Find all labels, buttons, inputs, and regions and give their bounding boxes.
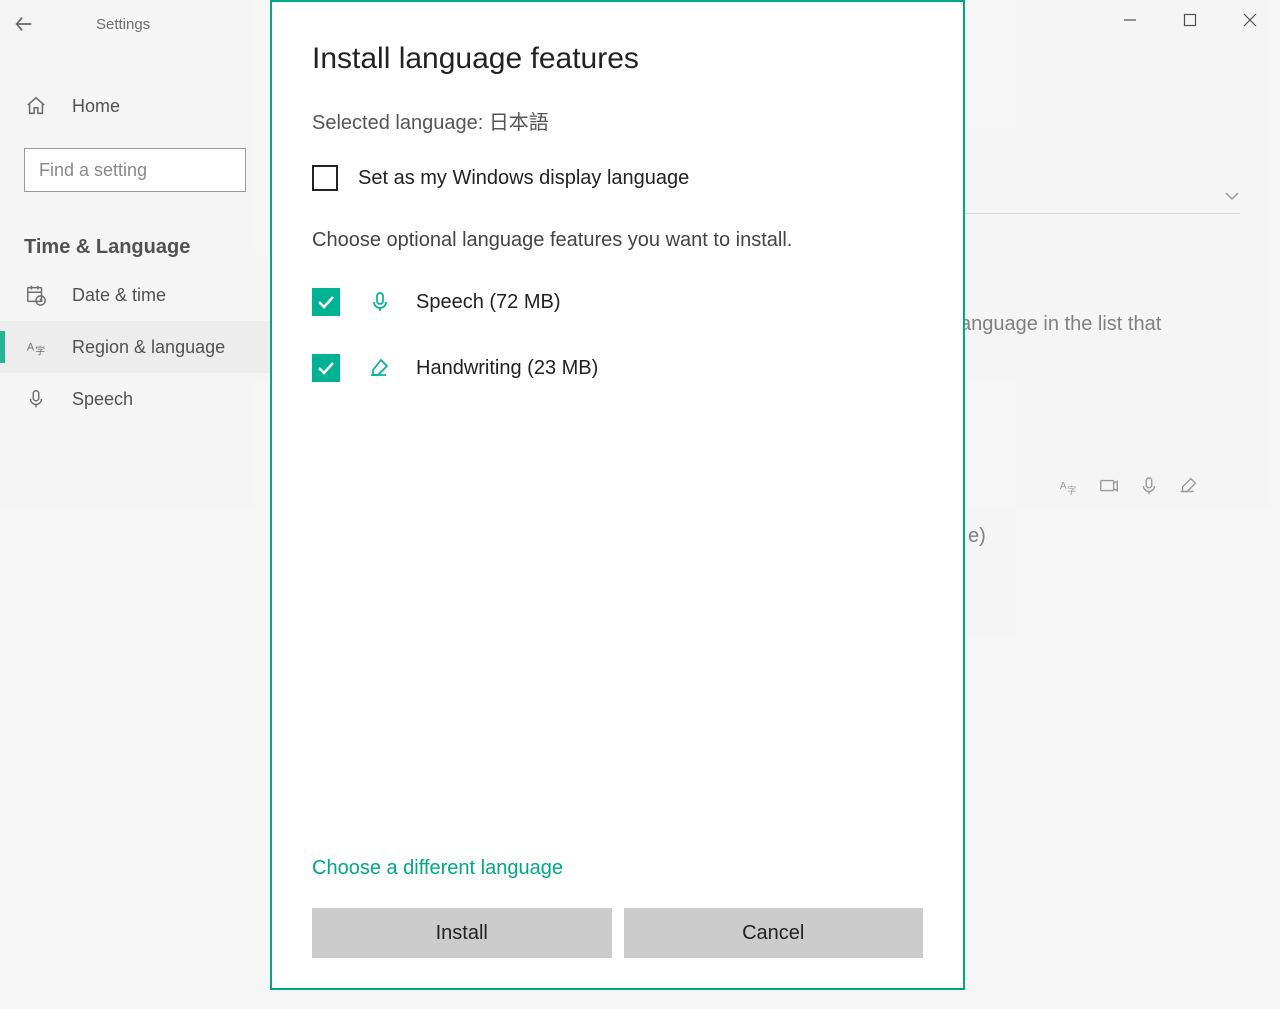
search-input[interactable] bbox=[39, 160, 231, 181]
selected-language-label: Selected language: bbox=[312, 112, 489, 134]
back-button[interactable] bbox=[0, 0, 48, 48]
sidebar: Home Time & Language Date & time A字 Regi… bbox=[0, 80, 270, 425]
sidebar-item-home[interactable]: Home bbox=[0, 80, 270, 132]
microphone-icon bbox=[24, 387, 48, 411]
maximize-button[interactable] bbox=[1160, 0, 1220, 40]
close-icon bbox=[1243, 13, 1257, 27]
feature-option-handwriting[interactable]: Handwriting (23 MB) bbox=[312, 354, 923, 382]
language-icon: A字 bbox=[1058, 475, 1080, 497]
cancel-button[interactable]: Cancel bbox=[624, 908, 924, 958]
handwriting-icon bbox=[366, 354, 394, 382]
sidebar-item-label: Date & time bbox=[72, 285, 166, 306]
checkbox-unchecked[interactable] bbox=[312, 165, 338, 191]
sidebar-item-region-language[interactable]: A字 Region & language bbox=[0, 321, 270, 373]
svg-text:字: 字 bbox=[1067, 484, 1076, 495]
background-text-fragment: e) bbox=[968, 520, 986, 552]
selected-language-row: Selected language: 日本語 bbox=[312, 106, 923, 135]
feature-label: Handwriting (23 MB) bbox=[416, 357, 598, 380]
window-title: Settings bbox=[96, 16, 150, 33]
feature-label: Speech (72 MB) bbox=[416, 291, 561, 314]
minimize-icon bbox=[1123, 13, 1137, 27]
sidebar-item-label: Speech bbox=[72, 389, 133, 410]
dialog-instruction: Choose optional language features you wa… bbox=[312, 229, 923, 252]
home-icon bbox=[24, 94, 48, 118]
svg-text:A: A bbox=[1060, 481, 1067, 492]
set-display-language-option[interactable]: Set as my Windows display language bbox=[312, 165, 923, 191]
sidebar-item-label: Home bbox=[72, 96, 120, 117]
language-icon: A字 bbox=[24, 335, 48, 359]
install-button[interactable]: Install bbox=[312, 908, 612, 958]
svg-text:字: 字 bbox=[35, 344, 45, 357]
checkbox-checked[interactable] bbox=[312, 288, 340, 316]
choose-different-language-link[interactable]: Choose a different language bbox=[312, 857, 563, 880]
selected-language-value: 日本語 bbox=[489, 112, 549, 134]
checkmark-icon bbox=[317, 295, 335, 309]
feature-option-speech[interactable]: Speech (72 MB) bbox=[312, 288, 923, 316]
install-language-features-dialog: Install language features Selected langu… bbox=[270, 0, 965, 990]
calendar-clock-icon bbox=[24, 283, 48, 307]
svg-text:A: A bbox=[27, 342, 35, 354]
checkbox-checked[interactable] bbox=[312, 354, 340, 382]
microphone-icon bbox=[1138, 475, 1160, 497]
language-feature-icon-strip: A字 bbox=[1058, 475, 1200, 497]
sidebar-item-label: Region & language bbox=[72, 337, 225, 358]
handwriting-icon bbox=[1178, 475, 1200, 497]
dialog-button-row: Install Cancel bbox=[312, 908, 923, 958]
search-input-container[interactable] bbox=[24, 148, 246, 192]
sidebar-section-header: Time & Language bbox=[0, 216, 270, 269]
microphone-icon bbox=[366, 288, 394, 316]
dialog-title: Install language features bbox=[312, 42, 923, 76]
window-controls bbox=[1100, 0, 1280, 40]
chevron-down-icon bbox=[1220, 184, 1244, 208]
minimize-button[interactable] bbox=[1100, 0, 1160, 40]
background-text-fragment: anguage in the list that bbox=[960, 308, 1161, 340]
background-dropdown-fragment bbox=[960, 170, 1240, 214]
close-button[interactable] bbox=[1220, 0, 1280, 40]
sidebar-item-speech[interactable]: Speech bbox=[0, 373, 270, 425]
dialog-footer: Choose a different language Install Canc… bbox=[312, 857, 923, 958]
maximize-icon bbox=[1183, 13, 1197, 27]
sidebar-item-date-time[interactable]: Date & time bbox=[0, 269, 270, 321]
checkmark-icon bbox=[317, 361, 335, 375]
option-label: Set as my Windows display language bbox=[358, 167, 689, 190]
text-to-speech-icon bbox=[1098, 475, 1120, 497]
arrow-left-icon bbox=[13, 13, 35, 35]
